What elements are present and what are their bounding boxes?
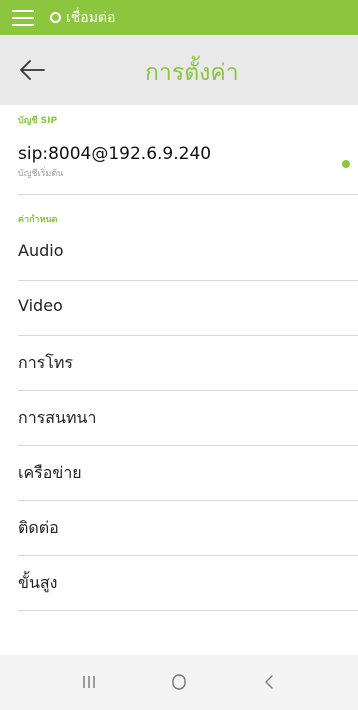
preferences-section-label: ค่ากำหนด <box>18 215 58 225</box>
page-header: การตั้งค่า <box>0 35 358 105</box>
sip-account-uri: sip:8004@192.6.9.240 <box>18 144 212 164</box>
settings-item-label: ติดต่อ <box>18 518 59 537</box>
settings-item-advanced[interactable]: ขั้นสูง <box>0 557 358 611</box>
settings-item-network[interactable]: เครือข่าย <box>0 447 358 501</box>
hamburger-menu-icon[interactable] <box>12 9 34 27</box>
arrow-left-icon <box>20 60 45 80</box>
divider <box>18 194 358 195</box>
settings-item-calls[interactable]: การโทร <box>0 337 358 391</box>
settings-item-label: การโทร <box>18 353 73 372</box>
page-title: การตั้งค่า <box>145 60 239 86</box>
recent-apps-icon <box>83 676 95 688</box>
settings-item-audio[interactable]: Audio <box>0 227 358 281</box>
status-bar: เชื่อมต่อ <box>0 0 358 35</box>
connection-status-text: เชื่อมต่อ <box>66 9 116 26</box>
sip-account-subtitle: บัญชีเริ่มต้น <box>18 169 64 179</box>
settings-item-label: Audio <box>18 241 64 260</box>
settings-item-label: การสนทนา <box>18 408 97 427</box>
system-nav-bar <box>0 655 358 710</box>
settings-item-label: ขั้นสูง <box>18 573 58 592</box>
settings-item-label: Video <box>18 296 63 315</box>
divider <box>18 500 358 501</box>
back-icon <box>265 675 273 689</box>
sip-account-item[interactable]: sip:8004@192.6.9.240 บัญชีเริ่มต้น <box>0 140 358 194</box>
divider <box>18 335 358 336</box>
connection-status-icon <box>50 12 61 23</box>
sip-section-label: บัญชี SIP <box>18 116 58 126</box>
divider <box>18 610 358 611</box>
divider <box>18 390 358 391</box>
account-status-dot <box>342 160 350 168</box>
divider <box>18 555 358 556</box>
nav-back-button[interactable] <box>247 667 291 697</box>
divider <box>18 445 358 446</box>
home-button[interactable] <box>157 667 201 697</box>
settings-item-chat[interactable]: การสนทนา <box>0 392 358 446</box>
settings-item-contacts[interactable]: ติดต่อ <box>0 502 358 556</box>
home-icon <box>172 674 186 690</box>
settings-item-video[interactable]: Video <box>0 282 358 336</box>
divider <box>18 280 358 281</box>
recent-apps-button[interactable] <box>67 667 111 697</box>
back-button[interactable] <box>12 52 52 88</box>
settings-item-label: เครือข่าย <box>18 463 82 482</box>
